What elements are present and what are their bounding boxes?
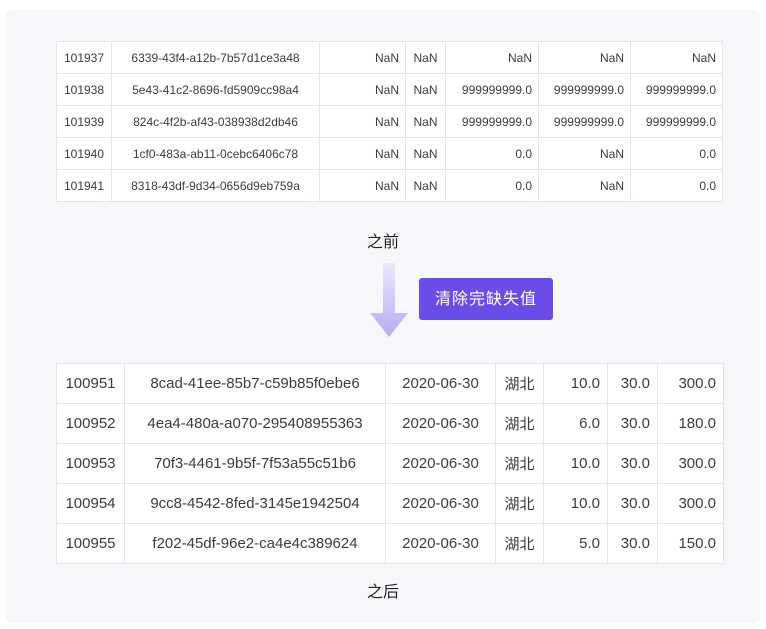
table-cell: 30.0 [607,483,658,524]
table-cell: 150.0 [657,523,724,564]
table-cell: 5e43-41c2-8696-fd5909cc98a4 [111,73,320,106]
table-cell: 824c-4f2b-af43-038938d2db46 [111,105,320,138]
table-cell: NaN [405,41,446,74]
table-cell: 999999999.0 [630,73,723,106]
table-cell: 2020-06-30 [385,403,496,444]
table-cell: NaN [405,169,446,202]
table-cell: 100952 [56,403,125,444]
table-cell: 0.0 [445,137,539,170]
table-cell: 100954 [56,483,125,524]
table-cell: 湖北 [495,363,544,404]
table-cell: 180.0 [657,403,724,444]
table-cell: 2020-06-30 [385,363,496,404]
table-cell: 100955 [56,523,125,564]
table-cell: 300.0 [657,443,724,484]
table-cell: NaN [405,73,446,106]
table-cell: 100951 [56,363,125,404]
table-cell: 10.0 [543,483,608,524]
table-cell: 湖北 [495,483,544,524]
table-cell: 2020-06-30 [385,523,496,564]
table-row: 101939 824c-4f2b-af43-038938d2db46 NaN N… [56,105,723,138]
table-cell: 101937 [56,41,112,74]
table-cell: 999999999.0 [630,105,723,138]
table-cell: 30.0 [607,523,658,564]
table-cell: 10.0 [543,363,608,404]
table-row: 101937 6339-43f4-a12b-7b57d1ce3a48 NaN N… [56,41,723,74]
table-cell: 湖北 [495,403,544,444]
table-cell: NaN [319,137,406,170]
table-cell: 0.0 [445,169,539,202]
table-cell: 湖北 [495,523,544,564]
table-cell: NaN [319,41,406,74]
table-cell: 5.0 [543,523,608,564]
table-cell: 300.0 [657,363,724,404]
after-table: 100951 8cad-41ee-85b7-c59b85f0ebe6 2020-… [56,363,724,564]
table-row: 100955 f202-45df-96e2-ca4e4c389624 2020-… [56,523,724,564]
table-row: 100954 9cc8-4542-8fed-3145e1942504 2020-… [56,483,724,524]
table-row: 100952 4ea4-480a-a070-295408955363 2020-… [56,403,724,444]
table-cell: 300.0 [657,483,724,524]
table-cell: 湖北 [495,443,544,484]
table-cell: 101940 [56,137,112,170]
table-cell: 101938 [56,73,112,106]
table-cell: NaN [538,137,631,170]
table-cell: 2020-06-30 [385,483,496,524]
table-cell: NaN [405,105,446,138]
table-cell: 30.0 [607,443,658,484]
clean-missing-values-badge: 清除完缺失值 [419,278,553,320]
table-cell: 0.0 [630,137,723,170]
table-cell: 101939 [56,105,112,138]
table-cell: 999999999.0 [445,73,539,106]
table-cell: 4ea4-480a-a070-295408955363 [124,403,386,444]
table-cell: NaN [630,41,723,74]
table-cell: 101941 [56,169,112,202]
table-row: 100953 70f3-4461-9b5f-7f53a55c51b6 2020-… [56,443,724,484]
table-cell: 30.0 [607,363,658,404]
down-arrow-icon [370,263,408,337]
table-cell: 8318-43df-9d34-0656d9eb759a [111,169,320,202]
table-row: 101941 8318-43df-9d34-0656d9eb759a NaN N… [56,169,723,202]
table-cell: NaN [405,137,446,170]
caption-before: 之前 [366,232,399,251]
table-cell: NaN [319,169,406,202]
table-cell: 9cc8-4542-8fed-3145e1942504 [124,483,386,524]
table-cell: 6.0 [543,403,608,444]
table-cell: NaN [319,105,406,138]
table-cell: 30.0 [607,403,658,444]
table-row: 100951 8cad-41ee-85b7-c59b85f0ebe6 2020-… [56,363,724,404]
table-row: 101938 5e43-41c2-8696-fd5909cc98a4 NaN N… [56,73,723,106]
table-cell: 1cf0-483a-ab11-0cebc6406c78 [111,137,320,170]
table-cell: 2020-06-30 [385,443,496,484]
table-cell: 0.0 [630,169,723,202]
table-cell: NaN [319,73,406,106]
table-cell: NaN [538,41,631,74]
table-cell: 10.0 [543,443,608,484]
table-row: 101940 1cf0-483a-ab11-0cebc6406c78 NaN N… [56,137,723,170]
table-cell: f202-45df-96e2-ca4e4c389624 [124,523,386,564]
table-cell: 999999999.0 [538,73,631,106]
table-cell: 8cad-41ee-85b7-c59b85f0ebe6 [124,363,386,404]
caption-after: 之后 [366,582,399,601]
before-table: 101937 6339-43f4-a12b-7b57d1ce3a48 NaN N… [56,41,723,202]
table-cell: NaN [538,169,631,202]
table-cell: 999999999.0 [445,105,539,138]
table-cell: 70f3-4461-9b5f-7f53a55c51b6 [124,443,386,484]
table-cell: NaN [445,41,539,74]
table-cell: 6339-43f4-a12b-7b57d1ce3a48 [111,41,320,74]
table-cell: 100953 [56,443,125,484]
table-cell: 999999999.0 [538,105,631,138]
